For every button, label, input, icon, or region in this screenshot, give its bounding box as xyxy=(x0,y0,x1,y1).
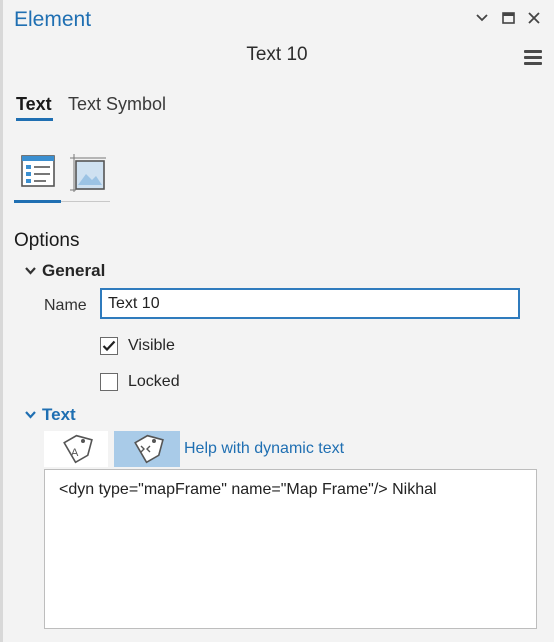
text-group-label: Text xyxy=(42,405,76,424)
chevron-down-icon[interactable] xyxy=(474,10,490,26)
active-icon-tab-indicator xyxy=(14,200,61,203)
locked-checkbox[interactable] xyxy=(100,373,118,391)
placement-icon[interactable] xyxy=(68,152,108,194)
icon-tab-divider xyxy=(61,201,110,202)
pane-title: Element xyxy=(14,8,92,31)
chevron-down-icon xyxy=(24,265,36,277)
text-expression-editor[interactable]: <dyn type="mapFrame" name="Map Frame"/> … xyxy=(44,469,537,629)
menu-icon[interactable] xyxy=(522,48,544,66)
visible-checkbox[interactable] xyxy=(100,337,118,355)
dynamic-tag-icon xyxy=(134,434,164,464)
insert-dynamic-text-button[interactable]: A xyxy=(56,431,96,467)
close-icon[interactable] xyxy=(526,10,542,26)
element-name-heading: Text 10 xyxy=(246,44,308,65)
options-icon[interactable] xyxy=(18,152,58,194)
locked-checkbox-row[interactable]: Locked xyxy=(100,373,180,391)
window-controls xyxy=(474,10,542,26)
general-group-label: General xyxy=(42,261,106,280)
visible-label: Visible xyxy=(128,337,175,354)
tab-text[interactable]: Text xyxy=(16,94,52,115)
name-label: Name xyxy=(44,297,87,314)
help-dynamic-text-link[interactable]: Help with dynamic text xyxy=(184,440,344,458)
active-tab-indicator xyxy=(16,118,53,121)
options-header: Options xyxy=(14,230,80,251)
dynamic-text-tag-button[interactable] xyxy=(114,431,180,467)
maximize-icon[interactable] xyxy=(500,10,516,26)
tab-text-symbol[interactable]: Text Symbol xyxy=(68,94,166,115)
pane-left-edge xyxy=(0,0,3,642)
locked-label: Locked xyxy=(128,373,180,390)
visible-checkbox-row[interactable]: Visible xyxy=(100,337,175,355)
chevron-down-icon xyxy=(24,409,36,421)
name-input[interactable] xyxy=(100,288,520,319)
text-tag-icon: A xyxy=(63,434,93,464)
svg-text:A: A xyxy=(71,447,79,459)
text-group-toggle[interactable]: Text xyxy=(24,405,76,425)
general-group-toggle[interactable]: General xyxy=(24,261,105,281)
